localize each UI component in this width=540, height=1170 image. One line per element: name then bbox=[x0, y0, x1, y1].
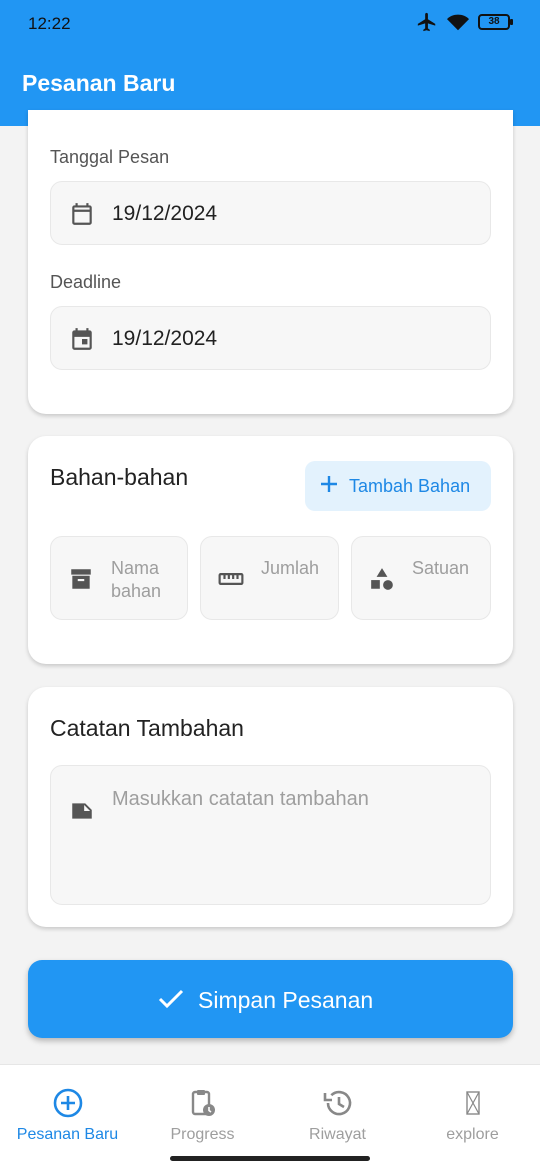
clipboard-clock-icon bbox=[191, 1090, 215, 1116]
gesture-bar bbox=[170, 1156, 370, 1161]
tanggal-pesan-label: Tanggal Pesan bbox=[50, 147, 170, 167]
add-circle-icon bbox=[53, 1088, 82, 1118]
satuan-field[interactable]: Satuan bbox=[351, 536, 491, 620]
tambah-bahan-button[interactable]: Tambah Bahan bbox=[305, 461, 491, 511]
catatan-card: Catatan Tambahan Masukkan catatan tambah… bbox=[28, 687, 513, 927]
nav-pesanan-baru-label: Pesanan Baru bbox=[16, 1126, 119, 1143]
jumlah-placeholder: Jumlah bbox=[261, 558, 320, 578]
battery-icon: 38 bbox=[478, 14, 513, 30]
status-bar: 12:22 38 bbox=[0, 0, 540, 46]
airplane-icon bbox=[417, 12, 436, 32]
tanggal-pesan-value: 19/12/2024 bbox=[112, 202, 218, 225]
catatan-placeholder: Masukkan catatan tambahan bbox=[112, 788, 369, 810]
missing-glyph-icon bbox=[465, 1091, 480, 1115]
nav-explore-label: explore bbox=[446, 1126, 499, 1143]
deadline-label: Deadline bbox=[50, 272, 122, 292]
bottom-navigation: Pesanan Baru Progress Riwayat explore bbox=[0, 1064, 540, 1170]
nav-progress[interactable]: Progress bbox=[135, 1065, 270, 1165]
nav-riwayat-label: Riwayat bbox=[309, 1126, 366, 1143]
check-icon bbox=[158, 989, 184, 1009]
ruler-icon bbox=[218, 573, 244, 585]
archive-icon bbox=[71, 569, 91, 589]
tambah-bahan-label: Tambah Bahan bbox=[349, 476, 471, 496]
jumlah-field[interactable]: Jumlah bbox=[200, 536, 339, 620]
status-time: 12:22 bbox=[28, 14, 71, 33]
status-icons: 38 bbox=[416, 11, 513, 33]
shapes-icon bbox=[371, 568, 393, 590]
simpan-pesanan-button[interactable]: Simpan Pesanan bbox=[28, 960, 513, 1038]
bahan-title: Bahan-bahan bbox=[50, 464, 189, 490]
note-icon bbox=[72, 803, 92, 819]
plus-icon bbox=[321, 476, 337, 492]
wifi-icon bbox=[447, 14, 469, 31]
deadline-field[interactable]: 19/12/2024 bbox=[50, 306, 491, 370]
nav-pesanan-baru[interactable]: Pesanan Baru bbox=[0, 1065, 135, 1165]
event-icon bbox=[72, 328, 92, 350]
simpan-pesanan-label: Simpan Pesanan bbox=[198, 987, 374, 1013]
satuan-placeholder: Satuan bbox=[412, 558, 470, 578]
nav-riwayat[interactable]: Riwayat bbox=[270, 1065, 405, 1165]
order-dates-card: Tanggal Pesan 19/12/2024 Deadline 19/12/… bbox=[28, 110, 513, 414]
catatan-title: Catatan Tambahan bbox=[50, 715, 244, 741]
page-title: Pesanan Baru bbox=[22, 70, 176, 96]
history-icon bbox=[323, 1090, 351, 1116]
nav-explore[interactable]: explore bbox=[405, 1065, 540, 1165]
calendar-icon bbox=[72, 203, 92, 225]
battery-level: 38 bbox=[488, 16, 500, 27]
deadline-value: 19/12/2024 bbox=[112, 327, 218, 350]
nama-bahan-placeholder: Nama bahan bbox=[111, 558, 162, 601]
nama-bahan-field[interactable]: Nama bahan bbox=[50, 536, 188, 620]
bahan-card: Bahan-bahan Tambah Bahan Nama bahan Juml… bbox=[28, 436, 513, 664]
tanggal-pesan-field[interactable]: 19/12/2024 bbox=[50, 181, 491, 245]
nav-progress-label: Progress bbox=[170, 1126, 235, 1143]
catatan-input[interactable]: Masukkan catatan tambahan bbox=[50, 765, 491, 905]
